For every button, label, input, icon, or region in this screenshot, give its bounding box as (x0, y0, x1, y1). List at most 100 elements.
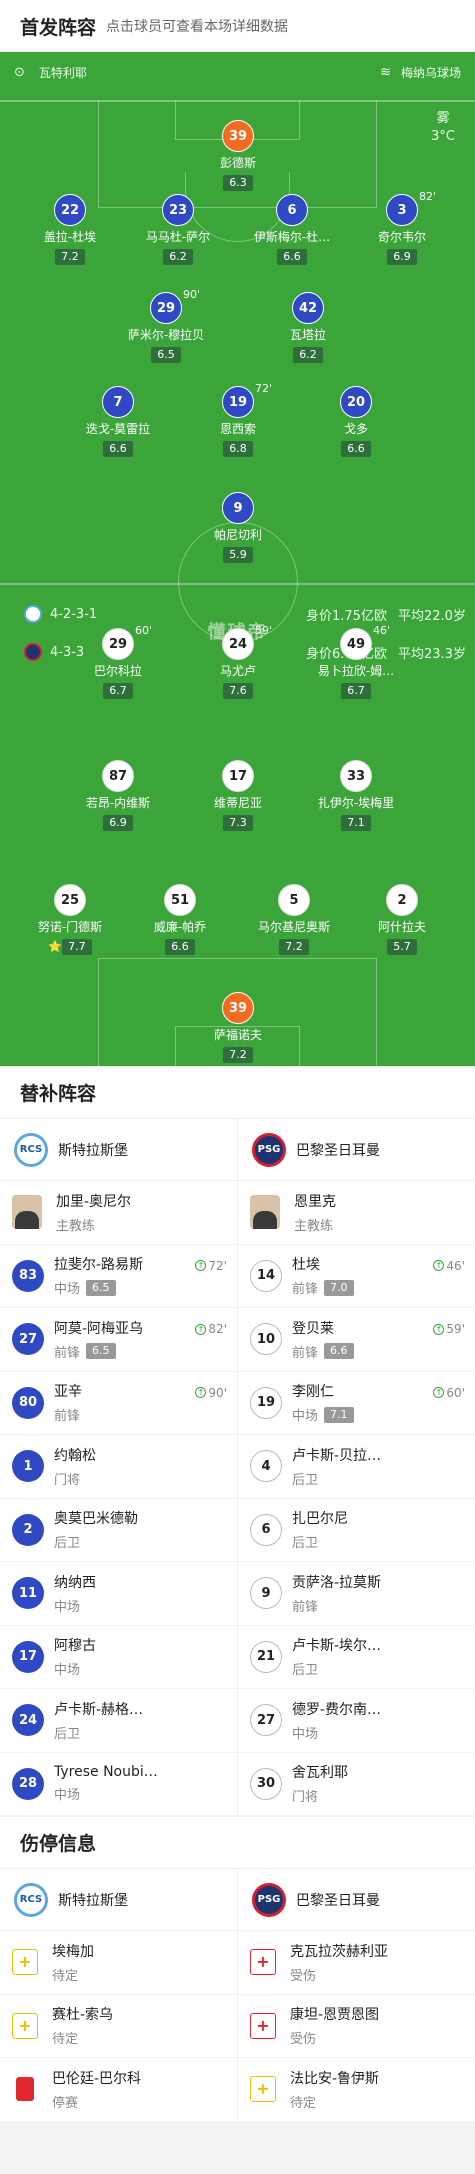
sub-player-position: 后卫 (292, 1663, 319, 1679)
subs-away-column: PSG 巴黎圣日耳曼 恩里克 主教练 14 杜埃 前锋 7.0 ↑ 46' 10 登贝莱 前锋 6… (237, 1119, 475, 1816)
home-player[interactable]: 72' 19 恩西索 6.8 (183, 382, 293, 457)
sub-minute: 60' (135, 624, 153, 637)
sub-player-name: Tyrese Noubi… (54, 1764, 158, 1781)
sub-player-row[interactable]: 9 贡萨洛-拉莫斯 前锋 (238, 1562, 475, 1626)
sub-player-number: 28 (12, 1767, 44, 1800)
sub-player-row[interactable]: 27 德罗-费尔南… 中场 (238, 1689, 475, 1753)
injuries-section: RCS 斯特拉斯堡 + 埃梅加 待定 + 赛杜-索乌 待定 巴伦廷-巴尔科 停赛 PSG 巴黎… (0, 1868, 475, 2122)
player-number: 3 (386, 194, 418, 226)
away-player[interactable]: 46' 49 易卜拉欣-姆… 6.7 (301, 624, 411, 699)
sub-in-minute: ↑ 82' (195, 1322, 227, 1336)
home-team-logo-icon (24, 605, 42, 623)
sub-player-row[interactable]: 6 扎巴尔尼 后卫 (238, 1499, 475, 1562)
injury-row[interactable]: + 康坦-恩贾恩图 受伤 (238, 1995, 475, 2058)
lineup-title: 首发阵容 (20, 16, 97, 39)
sub-player-rating: 6.5 (86, 1279, 116, 1296)
sub-in-time: 59' (446, 1322, 465, 1336)
away-player[interactable]: 17 维蒂尼亚 7.3 (183, 760, 293, 831)
sub-player-number: 11 (12, 1577, 44, 1610)
player-rating: 7.2 (55, 249, 85, 265)
player-number: 25 (54, 884, 86, 916)
away-player[interactable]: 60' 29 巴尔科拉 6.7 (63, 624, 173, 699)
home-player[interactable]: 82' 3 奇尔韦尔 6.9 (347, 190, 457, 265)
away-player[interactable]: 25 努诺-门德斯 ⭐ 7.7 (15, 884, 125, 955)
home-player[interactable]: 20 戈多 6.6 (301, 386, 411, 457)
sub-player-row[interactable]: 1 约翰松 门将 (0, 1435, 237, 1499)
sub-minute: 72' (255, 382, 273, 395)
home-player[interactable]: 23 马马杜-萨尔 6.2 (123, 194, 233, 265)
subs-section: RCS 斯特拉斯堡 加里-奥尼尔 主教练 83 拉斐尔-路易斯 中场 6.5 ↑ 72' 2… (0, 1118, 475, 1816)
sub-player-rating: 6.6 (324, 1343, 354, 1360)
injuries-home-team[interactable]: RCS 斯特拉斯堡 (0, 1869, 237, 1931)
sub-player-row[interactable]: 80 亚辛 前锋 ↑ 90' (0, 1372, 237, 1435)
home-player[interactable]: 9 帕尼切利 5.9 (183, 492, 293, 563)
player-name: 帕尼切利 (213, 528, 262, 542)
sub-player-row[interactable]: 10 登贝莱 前锋 6.6 ↑ 59' (238, 1308, 475, 1372)
home-player[interactable]: 42 瓦塔拉 6.2 (253, 292, 363, 363)
injury-row[interactable]: 巴伦廷-巴尔科 停赛 (0, 2058, 237, 2122)
sub-player-name: 杜埃 (292, 1257, 320, 1274)
player-rating-wrap: 6.6 (237, 245, 347, 265)
away-player[interactable]: 51 威廉-帕乔 6.6 (125, 884, 235, 955)
sub-player-row[interactable]: 14 杜埃 前锋 7.0 ↑ 46' (238, 1245, 475, 1308)
home-player[interactable]: 90' 29 萨米尔-穆拉贝 6.5 (111, 288, 221, 363)
sub-player-row[interactable]: 27 阿莫-阿梅亚乌 前锋 6.5 ↑ 82' (0, 1308, 237, 1372)
away-coach-row[interactable]: 恩里克 主教练 (238, 1181, 475, 1245)
player-number: 17 (222, 760, 254, 792)
home-player[interactable]: 22 盖拉-杜埃 7.2 (15, 194, 125, 265)
subs-away-team[interactable]: PSG 巴黎圣日耳曼 (238, 1119, 475, 1181)
sub-player-position-line: 后卫 (292, 1469, 381, 1488)
player-number: 20 (340, 386, 372, 418)
injury-status: 受伤 (290, 2032, 317, 2048)
away-player[interactable]: 87 若昂-内维斯 6.9 (63, 760, 173, 831)
sub-player-position: 中场 (54, 1599, 81, 1615)
sub-player-row[interactable]: 24 卢卡斯-赫格… 后卫 (0, 1689, 237, 1753)
home-player[interactable]: 6 伊斯梅尔-杜… 6.6 (237, 194, 347, 265)
sub-player-row[interactable]: 2 奥莫巴米德勒 后卫 (0, 1499, 237, 1562)
home-player[interactable]: 7 迭戈-莫雷拉 6.6 (63, 386, 173, 457)
player-name: 努诺-门德斯 (37, 920, 103, 934)
player-rating-wrap: 7.2 (183, 1043, 293, 1063)
injury-row[interactable]: + 法比安-鲁伊斯 待定 (238, 2058, 475, 2122)
subs-home-team[interactable]: RCS 斯特拉斯堡 (0, 1119, 237, 1181)
injury-row[interactable]: + 赛杜-索乌 待定 (0, 1995, 237, 2058)
injury-icon: + (250, 2012, 276, 2039)
injury-row[interactable]: + 克瓦拉茨赫利亚 受伤 (238, 1931, 475, 1995)
away-player[interactable]: 33 扎伊尔-埃梅里 7.1 (301, 760, 411, 831)
sub-player-row[interactable]: 17 阿穆古 中场 (0, 1626, 237, 1689)
sub-player-position: 后卫 (54, 1536, 81, 1552)
player-number: 51 (164, 884, 196, 916)
player-rating-wrap: 5.7 (347, 935, 457, 955)
player-number: 39 (222, 992, 254, 1024)
sub-in-arrow-icon: ↑ (433, 1387, 445, 1398)
away-player[interactable]: 59' 24 马尤卢 7.6 (183, 624, 293, 699)
sub-player-name: 奥莫巴米德勒 (54, 1511, 138, 1528)
sub-minute: 46' (373, 624, 391, 637)
player-number: 5 (278, 884, 310, 916)
sub-player-position-line: 前锋 6.6 (292, 1342, 354, 1361)
sub-in-time: 46' (446, 1258, 465, 1273)
player-number: 42 (292, 292, 324, 324)
sub-player-row[interactable]: 30 舍瓦利耶 门将 (238, 1753, 475, 1816)
player-number: 24 (222, 628, 254, 660)
sub-player-row[interactable]: 83 拉斐尔-路易斯 中场 6.5 ↑ 72' (0, 1245, 237, 1308)
home-coach-row[interactable]: 加里-奥尼尔 主教练 (0, 1181, 237, 1245)
player-name: 马尤卢 (219, 664, 256, 678)
home-player[interactable]: 39 彭德斯 6.3 (183, 120, 293, 191)
injury-row[interactable]: + 埃梅加 待定 (0, 1931, 237, 1995)
player-rating: 6.3 (223, 175, 253, 191)
sub-player-row[interactable]: 4 卢卡斯-贝拉… 后卫 (238, 1435, 475, 1499)
sub-player-row[interactable]: 21 卢卡斯-埃尔… 后卫 (238, 1626, 475, 1689)
away-player[interactable]: 5 马尔基尼奥斯 7.2 (239, 884, 349, 955)
away-player[interactable]: 2 阿什拉夫 5.7 (347, 884, 457, 955)
sub-player-row[interactable]: 28 Tyrese Noubi… 中场 (0, 1753, 237, 1816)
away-coach-name: 恩里克 (294, 1193, 336, 1210)
player-rating: 6.8 (223, 441, 253, 457)
stadium-name: 梅纳乌球场 (400, 66, 461, 80)
player-rating-wrap: 6.2 (123, 245, 233, 265)
player-name: 瓦塔拉 (289, 328, 326, 342)
away-player[interactable]: 39 萨福诺夫 7.2 (183, 992, 293, 1063)
injuries-away-team[interactable]: PSG 巴黎圣日耳曼 (238, 1869, 475, 1931)
sub-player-row[interactable]: 19 李刚仁 中场 7.1 ↑ 60' (238, 1372, 475, 1435)
sub-player-row[interactable]: 11 纳纳西 中场 (0, 1562, 237, 1626)
